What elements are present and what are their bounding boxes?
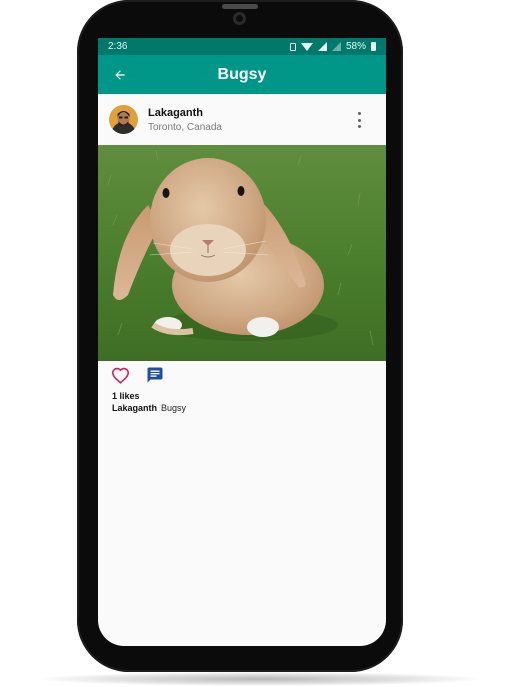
status-time: 2:36	[108, 41, 128, 52]
arrow-left-icon	[115, 70, 125, 80]
user-avatar-image	[109, 105, 138, 134]
phone-camera	[233, 12, 246, 25]
caption-text: Bugsy	[161, 403, 187, 413]
more-dot	[357, 118, 361, 122]
app-bar: Bugsy	[98, 55, 386, 94]
app-title: Bugsy	[217, 65, 267, 83]
back-button[interactable]	[110, 65, 130, 85]
like-button[interactable]	[111, 367, 130, 384]
phone-frame: 2:36 58% Bugsy Lakaganth Toronto, Canada…	[77, 0, 403, 672]
battery-icon	[371, 42, 376, 51]
battery-percent: 58%	[345, 41, 366, 52]
post-username[interactable]: Lakaganth	[148, 106, 222, 120]
caption-username[interactable]: Lakaganth	[112, 403, 157, 413]
phone-shadow	[40, 672, 480, 686]
status-icons: 58%	[289, 41, 376, 52]
heart-outline-icon	[111, 367, 130, 384]
user-info: Lakaganth Toronto, Canada	[148, 106, 222, 134]
more-options-button[interactable]	[354, 112, 364, 128]
phone-screen: 2:36 58% Bugsy Lakaganth Toronto, Canada…	[98, 38, 386, 646]
phone-speaker	[222, 4, 258, 9]
post-caption: Lakaganth Bugsy	[98, 402, 386, 415]
post-header: Lakaganth Toronto, Canada	[98, 94, 386, 145]
likes-count: 1 likes	[112, 391, 140, 401]
wifi-icon	[300, 42, 313, 51]
post-location: Toronto, Canada	[148, 121, 222, 133]
signal-icon	[317, 42, 327, 51]
avatar[interactable]	[109, 105, 138, 134]
comment-button[interactable]	[146, 366, 164, 384]
post-actions	[98, 361, 386, 389]
no-signal-icon	[331, 42, 341, 51]
status-bar: 2:36 58%	[98, 38, 386, 55]
more-vertical-icon	[357, 112, 361, 115]
comment-icon	[147, 367, 163, 383]
vibrate-icon	[289, 42, 296, 51]
more-dot	[357, 125, 361, 128]
post-image[interactable]	[98, 145, 386, 361]
